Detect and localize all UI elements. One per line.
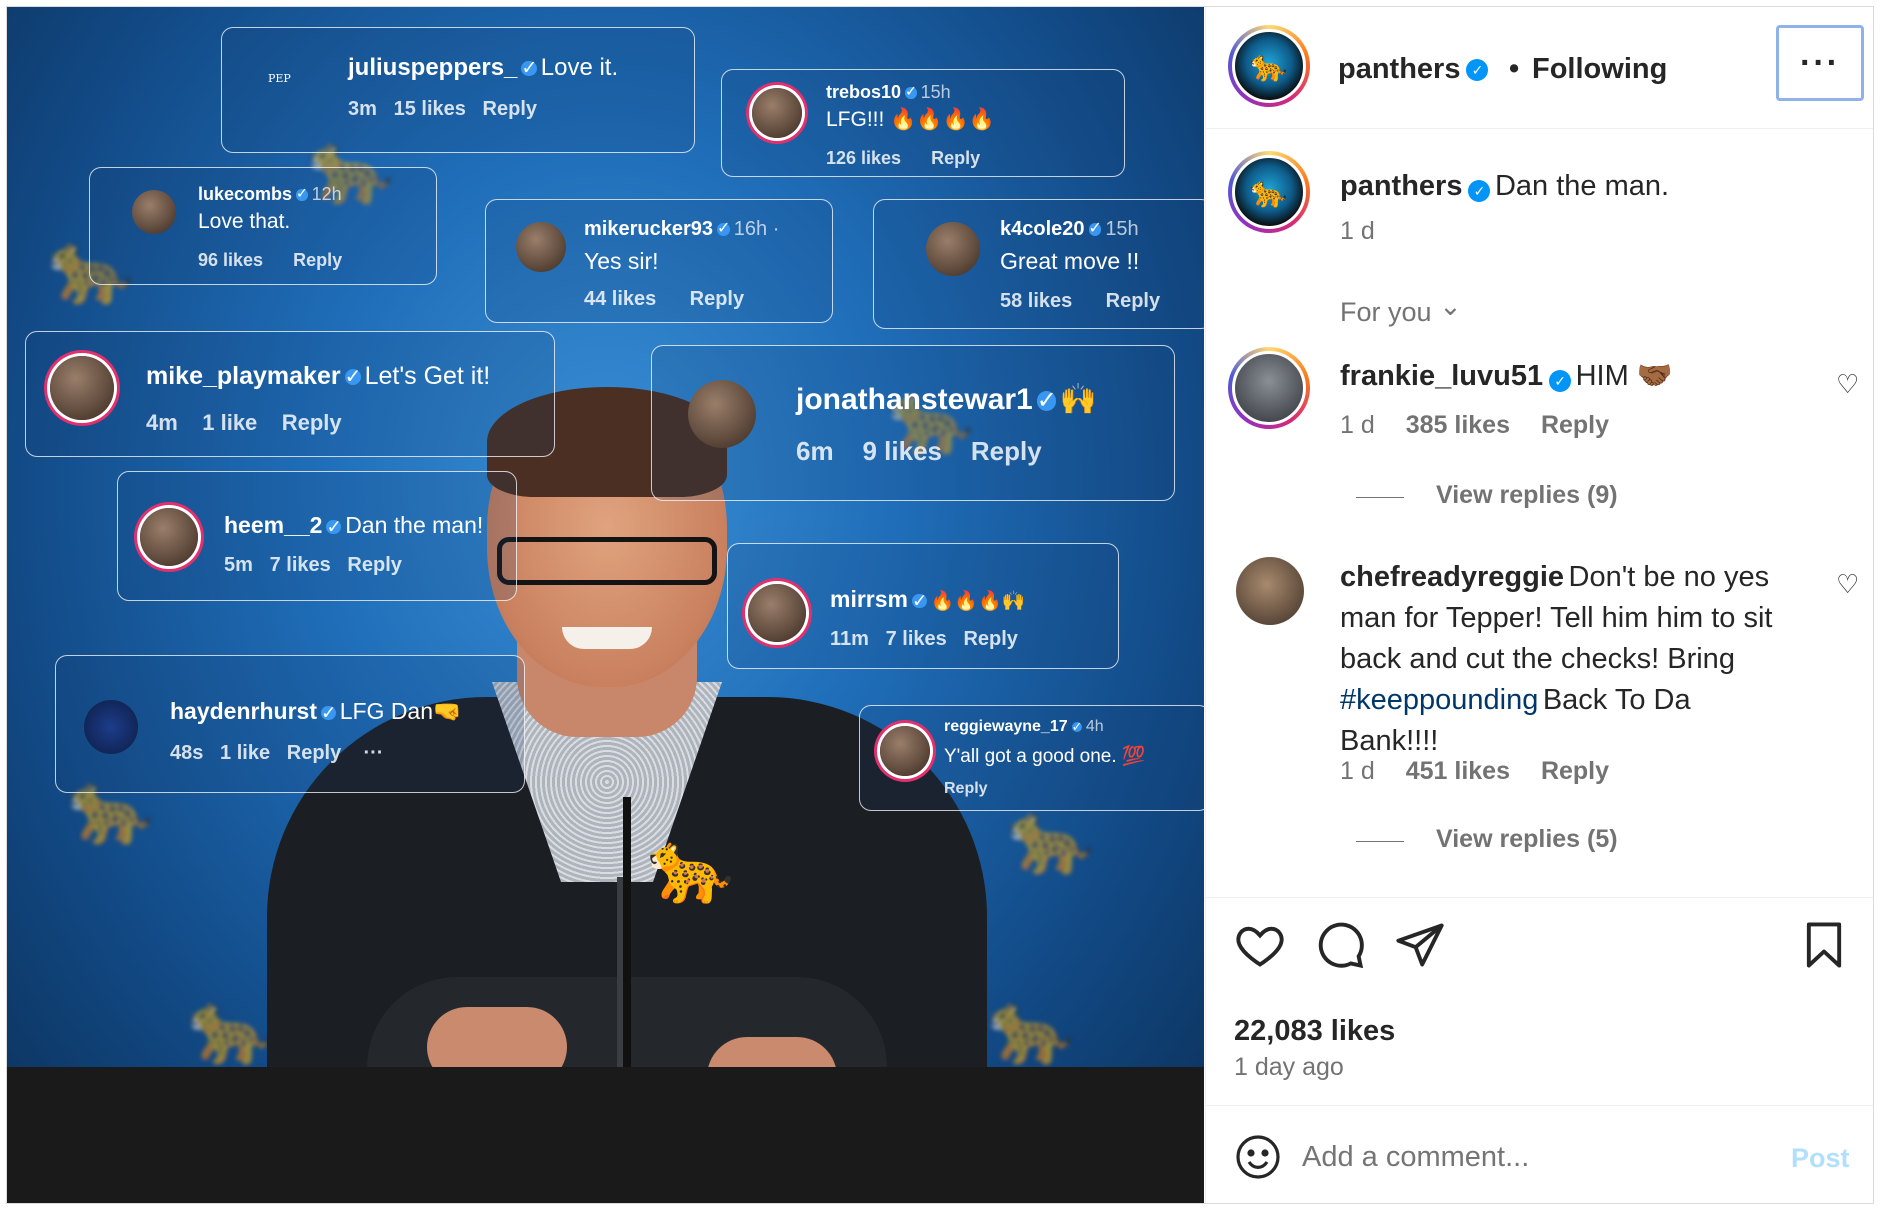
avatar	[140, 508, 198, 566]
glasses	[497, 537, 717, 585]
footer-divider	[1206, 1105, 1873, 1106]
comment-input[interactable]	[1302, 1141, 1762, 1174]
chevron-down-icon: ⌄	[1439, 291, 1462, 321]
comment-bubble: trebos10 ✓ 15h LFG!!! 🔥🔥🔥🔥 126 likes Reply	[721, 69, 1125, 177]
comment-bubble: reggiewayne_17 ✓ 4h Y'all got a good one. …	[859, 705, 1204, 811]
view-replies-button[interactable]: View replies (9)	[1436, 481, 1618, 510]
avatar	[132, 190, 176, 234]
comment-body: chefreadyreggie Don't be no yes man for …	[1340, 561, 1773, 757]
post-dialog: 🐆 🐆 🐆 🐆 🐆 🐆 🐆 🐆 PEP juliuspeppers_ ✓ Lov…	[6, 6, 1874, 1204]
comment-bubble: PEP juliuspeppers_ ✓ Love it. 3m 15 likes …	[221, 27, 695, 153]
comment-avatar[interactable]	[1236, 557, 1304, 625]
comment-text: HIM 🤝🏾	[1575, 360, 1673, 392]
verified-icon: ✓	[1549, 369, 1572, 392]
post-image[interactable]: 🐆 🐆 🐆 🐆 🐆 🐆 🐆 🐆 PEP juliuspeppers_ ✓ Lov…	[7, 7, 1204, 1203]
caption-time: 1 d	[1340, 217, 1375, 245]
avatar	[880, 726, 930, 776]
caption-text: Dan the man.	[1494, 170, 1670, 202]
comment-heart-icon[interactable]: ♡	[1836, 569, 1859, 600]
post-time[interactable]: 1 day ago	[1234, 1053, 1344, 1082]
caption: panthers ✓ Dan the man.	[1340, 170, 1669, 203]
avatar	[752, 88, 802, 138]
avatar	[516, 222, 566, 272]
panther-logo-icon: 🐆	[1232, 155, 1306, 229]
likes-count[interactable]: 22,083 likes	[1234, 1015, 1395, 1048]
comment-bubble: heem__2 ✓ Dan the man! 5m 7 likes Reply	[117, 471, 517, 601]
avatar	[926, 222, 980, 276]
verified-icon: ✓	[1466, 59, 1489, 82]
emoji-icon[interactable]	[1234, 1133, 1282, 1192]
view-replies-button[interactable]: View replies (5)	[1436, 825, 1618, 854]
comment-meta: 1 d 451 likes Reply	[1340, 757, 1610, 785]
heart-icon[interactable]	[1234, 919, 1286, 983]
comment-likes[interactable]: 451 likes	[1406, 757, 1510, 785]
caption-username[interactable]: panthers	[1340, 170, 1462, 202]
header-divider	[1206, 128, 1873, 129]
reply-button[interactable]: Reply	[1541, 411, 1609, 439]
comment-bubble: mike_playmaker ✓ Let's Get it! 4m 1 like R…	[25, 331, 555, 457]
more-icon: ···	[1800, 43, 1840, 82]
microphone	[623, 797, 631, 1107]
comment-avatar[interactable]	[1228, 347, 1310, 429]
avatar	[50, 356, 114, 420]
hashtag-link[interactable]: #keeppounding	[1340, 684, 1538, 716]
avatar	[688, 380, 756, 448]
post-button[interactable]: Post	[1791, 1143, 1850, 1174]
comment-bubble: k4cole20 ✓ 15h Great move !! 58 likes Repl…	[873, 199, 1204, 329]
comment-bubble: mirrsm ✓ 🔥🔥🔥🙌 11m 7 likes Reply	[727, 543, 1119, 669]
comment-icon[interactable]	[1314, 919, 1366, 983]
comment-meta: 1 d 385 likes Reply	[1340, 411, 1610, 439]
view-replies-line	[1356, 841, 1404, 842]
reply-button[interactable]: Reply	[1541, 757, 1609, 785]
desk	[7, 1067, 1204, 1203]
comment-heart-icon[interactable]: ♡	[1836, 369, 1859, 400]
sort-dropdown[interactable]: For you ⌄	[1340, 291, 1462, 328]
comment-username[interactable]: chefreadyreggie	[1340, 561, 1564, 593]
panther-logo-icon: 🐆	[647, 828, 735, 906]
comment-bubble: mikerucker93 ✓ 16h · Yes sir! 44 likes Rep…	[485, 199, 833, 323]
comment-username[interactable]: frankie_luvu51	[1340, 360, 1543, 392]
profile-avatar[interactable]: 🐆	[1228, 25, 1310, 107]
header-username[interactable]: panthers ✓	[1338, 53, 1489, 86]
avatar-label: PEP	[268, 72, 291, 85]
comment-likes[interactable]: 385 likes	[1406, 411, 1510, 439]
comment-body: frankie_luvu51 ✓ HIM 🤝🏾	[1340, 359, 1673, 393]
following-button[interactable]: Following	[1532, 53, 1667, 86]
actions-divider	[1206, 897, 1873, 898]
caption-avatar[interactable]: 🐆	[1228, 151, 1310, 233]
share-icon[interactable]	[1394, 919, 1446, 983]
avatar	[748, 584, 806, 642]
comment-bubble: jonathanstewar1 ✓ 🙌 6m 9 likes Reply	[651, 345, 1175, 501]
panther-logo-icon: 🐆	[1232, 29, 1306, 103]
more-options-button[interactable]: ···	[1776, 25, 1864, 101]
comments-panel: 🐆 panthers ✓ • Following ··· 🐆 panthers ✓ …	[1205, 7, 1873, 1203]
view-replies-line	[1356, 497, 1404, 498]
avatar	[84, 700, 138, 754]
comment-bubble: haydenrhurst ✓ LFG Dan🤜 48s 1 like Reply ·…	[55, 655, 525, 793]
comment-bubble: lukecombs ✓ 12h Love that. 96 likes Reply	[89, 167, 437, 285]
bookmark-icon[interactable]	[1798, 919, 1850, 983]
verified-icon: ✓	[1468, 179, 1491, 202]
sort-label: For you	[1340, 297, 1432, 327]
separator-dot: •	[1509, 53, 1520, 85]
